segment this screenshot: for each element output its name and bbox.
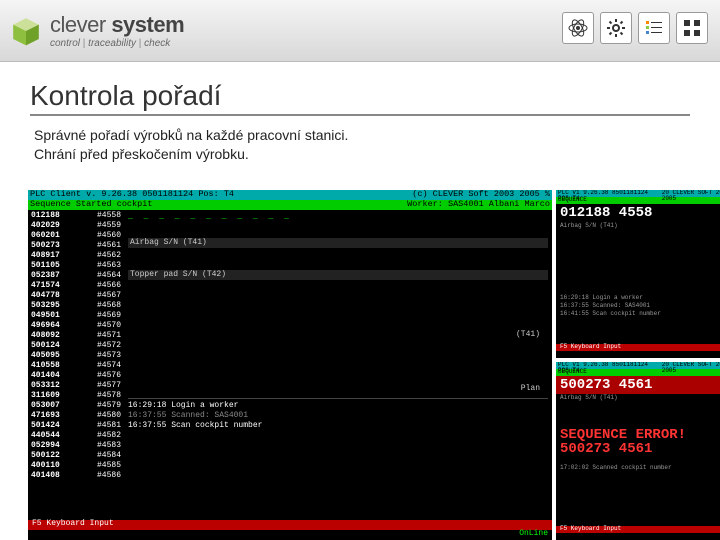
sequence-row[interactable]: 440544#4582 [31,431,121,441]
f5-hint[interactable]: F5 Keyboard Input [32,520,114,530]
main-right-panel: _ _ _ _ _ _ _ _ _ _ _ Airbag S/N (T41) T… [124,210,552,520]
sequence-error-label: SEQUENCE ERROR! [556,428,720,442]
sequence-row[interactable]: 311609#4578 [31,391,121,401]
main-redbar: F5 Keyboard Input [28,520,552,530]
field-airbag[interactable]: Airbag S/N (T41) [128,238,548,248]
sequence-row[interactable]: 500124#4572 [31,341,121,351]
sequence-row[interactable]: 401408#4586 [31,471,121,481]
subtitle-1: Správné pořadí výrobků na každé pracovní… [34,126,690,145]
brand-left: clever [50,12,106,37]
wordmark: clever system control | traceability | c… [50,12,184,49]
side2-bignum: 500273 4561 [556,376,720,394]
side1-zero: 0 [556,254,720,266]
main-statusbar: OnLine [28,530,552,540]
sequence-row[interactable]: 012188#4558 [31,211,121,221]
app-header: clever system control | traceability | c… [0,0,720,62]
log-line: 16:37:55 Scanned: SAS4001 [128,411,548,421]
side2-airbag: Airbag S/N (T41) [556,394,720,402]
sequence-row[interactable]: 053312#4577 [31,381,121,391]
tagline-trace: traceability [88,38,136,49]
greenbar-left: Sequence Started cockpit [30,200,152,210]
tagline-control: control [50,38,80,49]
slide-body: Kontrola pořadí Správné pořadí výrobků n… [0,62,720,172]
sequence-row[interactable]: 500122#4584 [31,451,121,461]
side1-online: OnLine [556,351,720,358]
sequence-row[interactable]: 052387#4564 [31,271,121,281]
logo: clever system control | traceability | c… [10,12,184,49]
grid-icon[interactable] [676,12,708,44]
label-plan: Plan [128,384,548,394]
sequence-row[interactable]: 052994#4583 [31,441,121,451]
sequence-row[interactable]: 402029#4559 [31,221,121,231]
sequence-row[interactable]: 471693#4580 [31,411,121,421]
sequence-row[interactable]: 496964#4570 [31,321,121,331]
side2-online: OnLine [556,533,720,540]
terminal-main: PLC Client v. 9.26.38 0501181124 Pos: T4… [28,190,552,540]
screenshots-area: PLC Client v. 9.26.38 0501181124 Pos: T4… [28,190,720,540]
terminal-side-2: PLC V1 9.26.38 8501181124 POS T420 CLEVE… [556,362,720,540]
sequence-row[interactable]: 500273#4561 [31,241,121,251]
side2-redbar: F5 Keyboard Input [556,526,720,533]
label-t41: (T41) [128,330,548,340]
tagline-check: check [144,38,170,49]
sequence-row[interactable]: 501424#4581 [31,421,121,431]
terminal-side-1: PLC V1 9.26.38 8501181124 POS T420 CLEVE… [556,190,720,358]
input-blanks[interactable]: _ _ _ _ _ _ _ _ _ _ _ [128,212,548,222]
page-title: Kontrola pořadí [30,80,690,116]
field-topper[interactable]: Topper pad S/N (T42) [128,270,548,280]
sequence-row[interactable]: 404778#4567 [31,291,121,301]
sequence-row[interactable]: 501105#4563 [31,261,121,271]
cube-icon [10,15,42,47]
main-greenbar: Sequence Started cockpit Worker: SAS4001… [28,200,552,210]
side1-redbar: F5 Keyboard Input [556,344,720,351]
gear-icon[interactable] [600,12,632,44]
log-area: 16:29:18 Login a worker 16:37:55 Scanned… [128,398,548,431]
sequence-row[interactable]: 401404#4576 [31,371,121,381]
log-line: 16:29:18 Login a worker [128,401,548,411]
side1-airbag: Airbag S/N (T41) [556,222,720,230]
sequence-error-num: 500273 4561 [556,442,720,456]
sequence-row[interactable]: 408092#4571 [31,331,121,341]
sequence-row[interactable]: 471574#4566 [31,281,121,291]
checklist-icon[interactable] [638,12,670,44]
header-toolbar [562,12,708,44]
sequence-row[interactable]: 049501#4569 [31,311,121,321]
sequence-row[interactable]: 400110#4585 [31,461,121,471]
sequence-column: 012188#4558402029#4559060201#4560500273#… [28,210,124,520]
log-line: 16:37:55 Scan cockpit number [128,421,548,431]
online-status: OnLine [519,530,548,540]
sequence-row[interactable]: 405095#4573 [31,351,121,361]
sequence-row[interactable]: 410558#4574 [31,361,121,371]
subtitle-2: Chrání před přeskočením výrobku. [34,145,690,164]
sequence-row[interactable]: 408917#4562 [31,251,121,261]
atom-icon[interactable] [562,12,594,44]
sequence-row[interactable]: 503295#4568 [31,301,121,311]
sequence-row[interactable]: 060201#4560 [31,231,121,241]
greenbar-right: Worker: SAS4001 Albani Marco [407,200,550,210]
brand-right: system [111,12,184,37]
side1-bignum: 012188 4558 [556,204,720,222]
sequence-row[interactable]: 053007#4579 [31,401,121,411]
